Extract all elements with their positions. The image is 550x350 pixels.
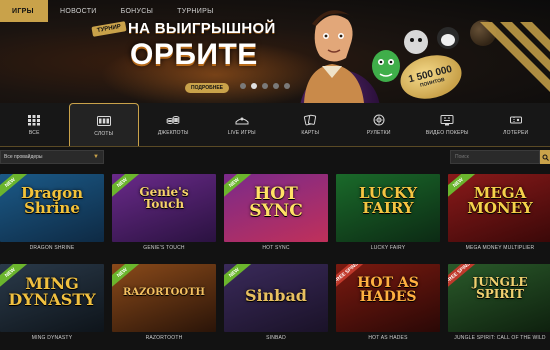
game-logo-text: LUCKY FAIRY xyxy=(358,184,418,217)
game-logo-text: HOT SYNC xyxy=(249,184,303,221)
lottery-icon xyxy=(509,116,522,124)
search-input[interactable] xyxy=(450,150,540,164)
game-thumbnail[interactable]: HOT AS HADES FREE SPINS xyxy=(336,264,440,332)
provider-selected-value: Все провайдеры xyxy=(4,154,43,160)
game-category-bar: ВСЕ СЛОТЫ ДЖЕКПОТЫ LIVE ИГРЫ КАРТЫ РУЛЕТ… xyxy=(0,103,550,147)
game-card[interactable]: HOT SYNC NEW HOT SYNC xyxy=(224,174,328,254)
game-card[interactable]: MEGA MONEY NEW MEGA MONEY MULTIPLIER xyxy=(448,174,550,254)
category-slots[interactable]: СЛОТЫ xyxy=(68,103,139,147)
games-grid: Dragon Shrine NEW DRAGON SHRINE Genie's Tou… xyxy=(0,174,550,344)
game-thumbnail[interactable]: LUCKY FAIRY xyxy=(336,174,440,242)
game-title: HOT SYNC xyxy=(262,245,290,251)
game-card[interactable]: JUNGLE SPIRIT FREE SPINS JUNGLE SPIRIT: CA… xyxy=(448,264,550,344)
slot-reels-icon xyxy=(96,115,111,126)
category-label: ВСЕ xyxy=(28,130,40,136)
category-roulette[interactable]: РУЛЕТКИ xyxy=(345,103,414,147)
video-poker-icon xyxy=(440,115,454,126)
game-logo-text: JUNGLE SPIRIT xyxy=(472,275,528,301)
grid-icon xyxy=(28,115,41,126)
cards-icon xyxy=(304,114,317,126)
search-button[interactable] xyxy=(540,150,550,164)
game-card[interactable]: HOT AS HADES FREE SPINS HOT AS HADES xyxy=(336,264,440,344)
nav-tab-tournaments[interactable]: ТУРНИРЫ xyxy=(165,0,225,22)
category-label: СЛОТЫ xyxy=(94,130,114,137)
carousel-dot[interactable] xyxy=(251,83,257,89)
game-logo-text: MING DYNASTY xyxy=(8,274,96,309)
tournament-badge: ТУРНИР xyxy=(91,21,127,37)
game-title: MING DYNASTY xyxy=(31,335,73,341)
game-thumbnail[interactable]: JUNGLE SPIRIT FREE SPINS xyxy=(448,264,550,332)
carousel-dot[interactable] xyxy=(240,83,246,89)
game-logo-text: MEGA MONEY xyxy=(467,184,533,217)
game-title: JUNGLE SPIRIT: CALL OF THE WILD xyxy=(454,335,546,341)
nav-tab-games[interactable]: ИГРЫ xyxy=(0,0,48,22)
search-icon xyxy=(542,154,549,161)
category-divider xyxy=(0,146,550,147)
game-thumbnail[interactable]: RAZORTOOTH NEW xyxy=(112,264,216,332)
category-label: ВИДЕО ПОКЕРЫ xyxy=(425,130,469,136)
banner-title-line2: ОРБИТЕ xyxy=(130,38,258,71)
provider-dropdown[interactable]: Все провайдеры ▼ xyxy=(0,150,104,164)
game-title: RAZORTOOTH xyxy=(145,335,183,341)
category-label: КАРТЫ xyxy=(301,130,320,136)
game-title: SINBAD xyxy=(266,335,286,341)
category-video-poker[interactable]: ВИДЕО ПОКЕРЫ xyxy=(413,103,482,147)
category-label: LIVE ИГРЫ xyxy=(227,130,256,136)
banner-title-line1: НА ВЫИГРЫШНОЙ xyxy=(128,20,276,37)
category-live-games[interactable]: LIVE ИГРЫ xyxy=(208,103,277,147)
chevron-down-icon: ▼ xyxy=(93,154,99,160)
game-card[interactable]: Dragon Shrine NEW DRAGON SHRINE xyxy=(0,174,104,254)
carousel-dot[interactable] xyxy=(273,83,279,89)
category-label: ЛОТЕРЕИ xyxy=(503,130,529,136)
category-jackpots[interactable]: ДЖЕКПОТЫ xyxy=(139,103,208,147)
game-thumbnail[interactable]: Genie's Touch NEW xyxy=(112,174,216,242)
game-thumbnail[interactable]: Dragon Shrine NEW xyxy=(0,174,104,242)
game-title: GENIE'S TOUCH xyxy=(143,245,185,251)
game-thumbnail[interactable]: MEGA MONEY NEW xyxy=(448,174,550,242)
game-logo-text: Dragon Shrine xyxy=(20,184,84,217)
game-card[interactable]: Sinbad NEW SINBAD xyxy=(224,264,328,344)
live-table-icon xyxy=(235,117,249,125)
banner-more-button[interactable]: ПОДРОБНЕЕ xyxy=(185,83,230,93)
game-thumbnail[interactable]: HOT SYNC NEW xyxy=(224,174,328,242)
coins-icon xyxy=(166,116,180,124)
carousel-dot[interactable] xyxy=(262,83,268,89)
category-lotteries[interactable]: ЛОТЕРЕИ xyxy=(482,103,550,147)
game-title: HOT AS HADES xyxy=(368,335,408,341)
game-logo-text: RAZORTOOTH xyxy=(123,287,205,298)
game-card[interactable]: MING DYNASTY NEW MING DYNASTY xyxy=(0,264,104,344)
category-label: ДЖЕКПОТЫ xyxy=(157,130,189,136)
game-thumbnail[interactable]: MING DYNASTY NEW xyxy=(0,264,104,332)
game-thumbnail[interactable]: Sinbad NEW xyxy=(224,264,328,332)
game-title: MEGA MONEY MULTIPLIER xyxy=(465,245,535,251)
game-card[interactable]: RAZORTOOTH NEW RAZORTOOTH xyxy=(112,264,216,344)
game-title: LUCKY FAIRY xyxy=(370,245,406,251)
nav-tab-bonuses[interactable]: БОНУСЫ xyxy=(109,0,166,22)
roulette-icon xyxy=(373,114,385,126)
game-card[interactable]: Genie's Touch NEW GENIE'S TOUCH xyxy=(112,174,216,254)
game-logo-text: Genie's Touch xyxy=(139,185,189,211)
nav-tab-news[interactable]: НОВОСТИ xyxy=(48,0,109,22)
banner-stripes xyxy=(480,22,550,92)
carousel-dots xyxy=(240,83,290,89)
category-cards[interactable]: КАРТЫ xyxy=(276,103,345,147)
top-navigation: ИГРЫ НОВОСТИ БОНУСЫ ТУРНИРЫ xyxy=(0,0,550,22)
game-logo-text: Sinbad xyxy=(244,286,307,305)
category-all[interactable]: ВСЕ xyxy=(0,103,69,147)
game-card[interactable]: LUCKY FAIRY LUCKY FAIRY xyxy=(336,174,440,254)
game-logo-text: HOT AS HADES xyxy=(357,275,419,305)
game-title: DRAGON SHRINE xyxy=(29,245,75,251)
category-label: РУЛЕТКИ xyxy=(366,130,391,136)
